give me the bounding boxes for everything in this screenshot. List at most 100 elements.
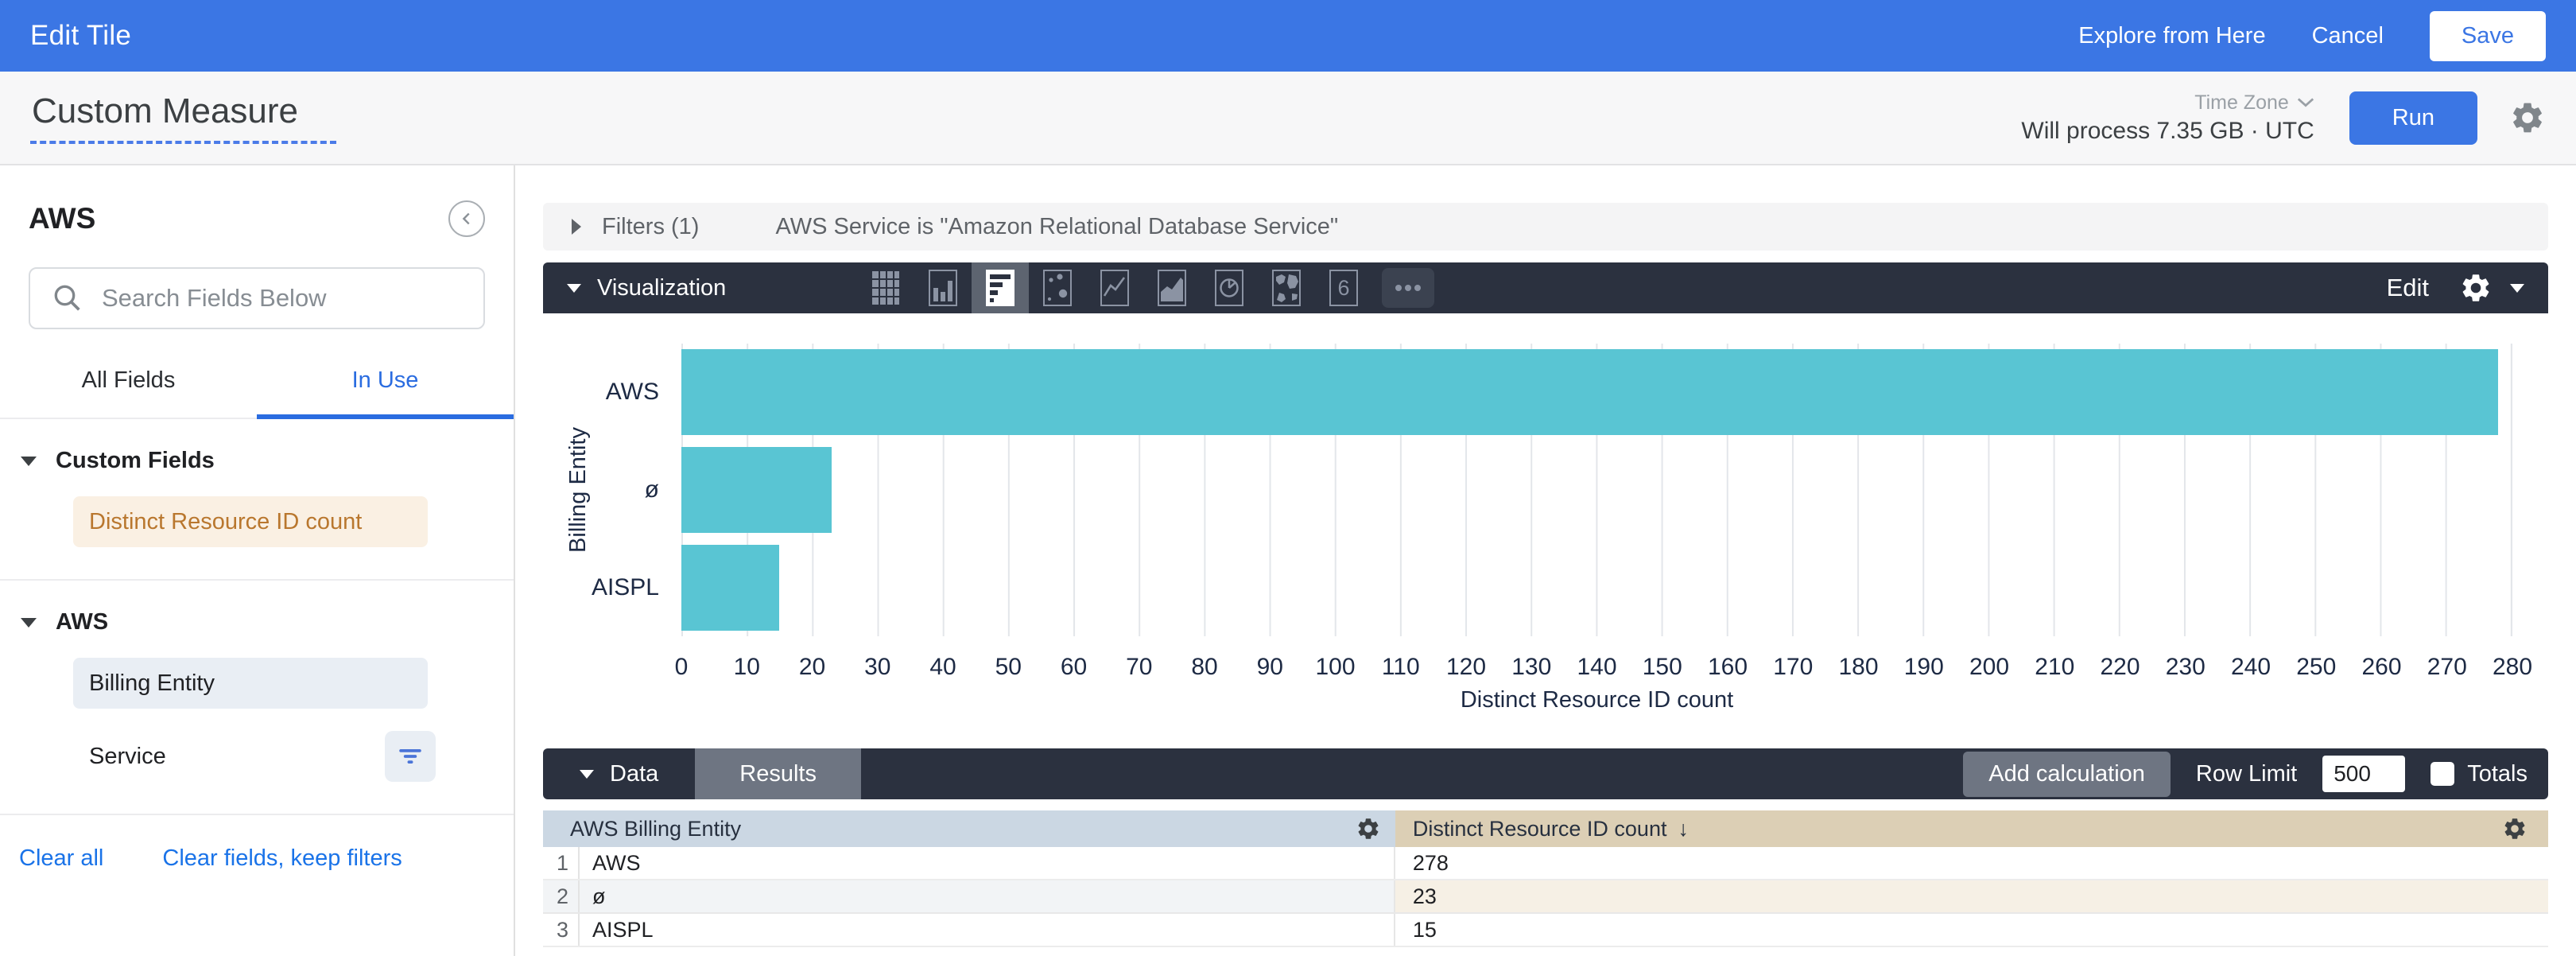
clear-all-link[interactable]: Clear all	[19, 845, 103, 872]
table-chart-icon[interactable]	[857, 262, 914, 313]
x-axis-tick: 140	[1577, 654, 1616, 681]
chart-type-picker: 6	[857, 262, 1434, 313]
tab-in-use[interactable]: In Use	[257, 367, 514, 419]
data-section-toggle[interactable]: Data	[543, 761, 695, 787]
pie-chart-icon[interactable]	[1201, 262, 1258, 313]
field-item-billing-entity[interactable]: Billing Entity	[73, 658, 428, 709]
x-axis-tick: 110	[1382, 654, 1420, 681]
cell-distinct-resource-id-count[interactable]: 278	[1395, 847, 2548, 879]
custom-fields-section-header[interactable]: Custom Fields	[0, 448, 514, 474]
x-axis-tick: 80	[1191, 654, 1217, 681]
map-chart-icon[interactable]	[1258, 262, 1315, 313]
more-options-icon[interactable]	[1382, 268, 1434, 308]
area-chart-icon[interactable]	[1143, 262, 1201, 313]
table-row: 2ø23	[543, 880, 2548, 914]
column-gear-icon[interactable]	[1356, 816, 1381, 841]
caret-down-icon	[21, 618, 37, 628]
field-item-service[interactable]: Service	[73, 731, 428, 782]
x-axis-tick: 220	[2100, 654, 2140, 681]
results-table: AWS Billing Entity Distinct Resource ID …	[543, 810, 2548, 947]
expand-filters-icon	[572, 219, 581, 235]
visualization-section-toggle[interactable]: Visualization	[567, 275, 726, 301]
search-input[interactable]	[102, 284, 463, 313]
chart-plot	[681, 344, 2512, 636]
x-axis-tick: 260	[2361, 654, 2401, 681]
cell-billing-entity[interactable]: AWS	[580, 847, 641, 879]
cell-distinct-resource-id-count[interactable]: 23	[1395, 880, 2548, 912]
x-axis-tick: 130	[1511, 654, 1551, 681]
x-axis-tick: 180	[1838, 654, 1878, 681]
chevron-down-icon	[2297, 97, 2314, 108]
caret-down-icon	[21, 457, 37, 466]
explore-from-here-link[interactable]: Explore from Here	[2078, 23, 2265, 49]
bar-AWS[interactable]	[681, 349, 2498, 435]
x-axis-tick: 210	[2035, 654, 2074, 681]
caret-down-icon	[2510, 284, 2524, 293]
filters-bar[interactable]: Filters (1) AWS Service is "Amazon Relat…	[543, 203, 2548, 251]
line-chart-icon[interactable]	[1086, 262, 1143, 313]
x-axis-tick: 190	[1904, 654, 1944, 681]
field-search-box[interactable]	[29, 267, 485, 329]
cell-billing-entity[interactable]: ø	[580, 880, 606, 912]
x-axis-tick: 240	[2231, 654, 2271, 681]
x-axis-tick: 30	[864, 654, 890, 681]
y-axis-category: AWS	[594, 344, 681, 441]
column-chart-icon[interactable]	[914, 262, 972, 313]
tab-all-fields[interactable]: All Fields	[0, 367, 257, 419]
row-number: 3	[543, 914, 580, 946]
x-axis-tick: 280	[2493, 654, 2532, 681]
x-axis-tick: 70	[1126, 654, 1152, 681]
x-axis-ticks: 0102030405060708090100110120130140150160…	[681, 636, 2512, 686]
single-value-icon[interactable]: 6	[1315, 262, 1372, 313]
table-body: 1AWS2782ø233AISPL15	[543, 847, 2548, 947]
field-tabs: All Fields In Use	[0, 367, 514, 419]
viz-settings-gear-icon[interactable]	[2459, 271, 2493, 305]
add-calculation-button[interactable]: Add calculation	[1963, 752, 2171, 797]
caret-down-icon	[580, 770, 594, 779]
cancel-button[interactable]: Cancel	[2312, 23, 2384, 49]
x-axis-tick: 250	[2296, 654, 2336, 681]
column-gear-icon[interactable]	[2502, 816, 2528, 841]
y-axis-category: ø	[594, 441, 681, 539]
run-button[interactable]: Run	[2349, 91, 2477, 145]
clear-fields-keep-filters-link[interactable]: Clear fields, keep filters	[162, 845, 402, 872]
filter-list-icon	[395, 741, 425, 771]
bar-chart-icon[interactable]	[972, 262, 1029, 313]
x-axis-tick: 10	[734, 654, 760, 681]
x-axis-tick: 100	[1315, 654, 1355, 681]
save-button[interactable]: Save	[2430, 11, 2546, 61]
sidebar-footer: Clear all Clear fields, keep filters	[0, 815, 514, 872]
column-header-distinct-resource-id-count[interactable]: Distinct Resource ID count ↓	[1395, 810, 2548, 847]
totals-checkbox[interactable]	[2431, 762, 2454, 786]
viz-edit-button[interactable]: Edit	[2387, 274, 2429, 302]
time-zone-dropdown[interactable]: Time Zone	[2194, 91, 2314, 115]
column-header-billing-entity[interactable]: AWS Billing Entity	[543, 810, 1395, 847]
aws-section-header[interactable]: AWS	[0, 609, 514, 635]
row-limit-label: Row Limit	[2196, 761, 2297, 787]
svg-text:6: 6	[1338, 276, 1350, 300]
field-item-distinct-resource-id-count[interactable]: Distinct Resource ID count	[73, 496, 428, 547]
top-app-bar: Edit Tile Explore from Here Cancel Save	[0, 0, 2576, 72]
x-axis-tick: 230	[2166, 654, 2206, 681]
bar-AISPL[interactable]	[681, 545, 779, 631]
chart-area: Billing Entity AWSøAISPL 010203040506070…	[543, 313, 2548, 744]
cell-billing-entity[interactable]: AISPL	[580, 914, 654, 946]
scatter-chart-icon[interactable]	[1029, 262, 1086, 313]
results-tab[interactable]: Results	[695, 748, 861, 799]
main-panel: Filters (1) AWS Service is "Amazon Relat…	[515, 165, 2576, 956]
bar-ø[interactable]	[681, 447, 832, 533]
y-axis-categories: AWSøAISPL	[594, 344, 681, 636]
field-picker-sidebar: AWS All Fields In Use Custom Fields Dist…	[0, 165, 515, 956]
data-toolbar: Data Results Add calculation Row Limit T…	[543, 748, 2548, 799]
x-axis-tick: 40	[929, 654, 956, 681]
page-title[interactable]: Custom Measure	[30, 91, 336, 144]
settings-gear-icon[interactable]	[2509, 99, 2546, 136]
x-axis-tick: 50	[995, 654, 1022, 681]
collapse-sidebar-button[interactable]	[448, 200, 485, 237]
x-axis-tick: 120	[1446, 654, 1486, 681]
cell-distinct-resource-id-count[interactable]: 15	[1395, 914, 2548, 946]
row-limit-input[interactable]	[2322, 756, 2405, 792]
filter-by-field-button[interactable]	[385, 731, 436, 782]
sort-desc-icon[interactable]: ↓	[1678, 817, 1689, 841]
x-axis-tick: 160	[1708, 654, 1748, 681]
